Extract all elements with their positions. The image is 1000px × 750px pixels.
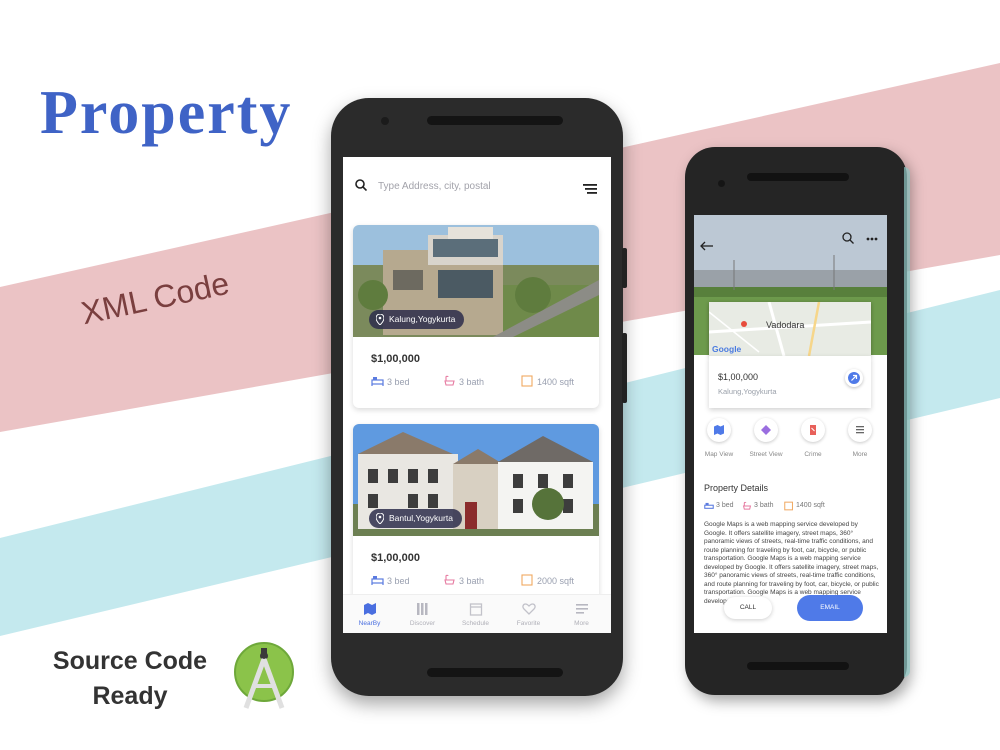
- back-arrow-icon[interactable]: [700, 241, 714, 251]
- android-studio-logo-icon: [234, 642, 294, 709]
- tab-nearby[interactable]: NearBy: [343, 595, 396, 633]
- action-label: More: [852, 451, 868, 458]
- promo-title: Property: [40, 79, 293, 147]
- map-icon: [364, 603, 376, 615]
- map-city-label: Vadodara: [766, 320, 805, 330]
- tab-label: Favorite: [516, 620, 541, 627]
- overflow-menu-icon[interactable]: [866, 237, 878, 241]
- call-button[interactable]: CALL: [724, 597, 772, 619]
- bed-label: 3 bed: [387, 576, 410, 586]
- phone-rim: [904, 167, 910, 677]
- detail-screen: Vadodara Google $1,00,000 Kalung,Yogykur…: [694, 215, 887, 633]
- bottom-tab-bar: NearBy Discover Schedule Favorite More: [343, 594, 611, 633]
- area-label: 2000 sqft: [537, 576, 575, 586]
- phone-bottom-speaker: [427, 668, 563, 677]
- map-preview[interactable]: Vadodara Google: [709, 302, 871, 356]
- bath-label: 3 bath: [754, 502, 774, 509]
- property-price: $1,00,000: [371, 552, 420, 564]
- bath-label: 3 bath: [459, 377, 485, 387]
- more-lines-icon: [576, 604, 588, 614]
- map-brand-label: Google: [712, 344, 742, 354]
- filter-menu-icon[interactable]: [583, 184, 597, 194]
- action-label: Street View: [749, 451, 783, 458]
- bed-icon: [371, 576, 384, 585]
- detail-price: $1,00,000: [718, 372, 759, 382]
- tab-discover[interactable]: Discover: [396, 595, 449, 633]
- listing-screen: Type Address, city, postal Kalung,Yogyku…: [343, 157, 611, 633]
- email-button[interactable]: EMAIL: [797, 595, 863, 621]
- phone-camera: [381, 117, 389, 125]
- tab-label: More: [574, 620, 589, 627]
- bed-icon: [371, 377, 384, 386]
- more-lines-icon: [856, 426, 864, 434]
- phone-detail: Vadodara Google $1,00,000 Kalung,Yogykur…: [685, 147, 910, 695]
- directions-button[interactable]: [845, 369, 863, 387]
- action-circle: [754, 418, 778, 442]
- area-icon: [784, 501, 793, 511]
- tab-more[interactable]: More: [555, 595, 608, 633]
- street-view-icon: [761, 425, 771, 435]
- calendar-icon: [469, 603, 483, 616]
- phone-volume-button: [622, 248, 627, 288]
- price-card: $1,00,000 Kalung,Yogykurta: [709, 356, 871, 408]
- section-title: Property Details: [704, 483, 769, 493]
- search-icon[interactable]: [842, 232, 854, 244]
- heart-icon: [522, 603, 536, 615]
- location-pin-icon: [376, 314, 384, 325]
- phone-power-button: [622, 333, 627, 403]
- bed-label: 3 bed: [387, 377, 410, 387]
- phone-listing: Type Address, city, postal Kalung,Yogyku…: [331, 98, 627, 696]
- tab-label: Schedule: [461, 620, 490, 627]
- promo-footer-line1: Source Code: [52, 647, 208, 675]
- phone-speaker: [427, 116, 563, 125]
- location-pin-icon: [376, 513, 384, 524]
- tab-favorite[interactable]: Favorite: [502, 595, 555, 633]
- location-label: Kalung,Yogykurta: [389, 314, 456, 324]
- location-label: Bantul,Yogykurta: [389, 513, 453, 523]
- action-circle: [848, 418, 872, 442]
- bath-icon: [444, 375, 455, 386]
- crime-icon: [810, 425, 816, 435]
- phone-speaker: [747, 173, 849, 181]
- property-card-1[interactable]: Kalung,Yogykurta $1,00,000 3 bed 3 bath …: [353, 225, 599, 408]
- action-circle: [707, 418, 731, 442]
- search-input[interactable]: Type Address, city, postal: [378, 181, 491, 192]
- search-bar[interactable]: Type Address, city, postal: [343, 157, 611, 207]
- map-icon: [714, 425, 724, 435]
- bath-label: 3 bath: [459, 576, 485, 586]
- bath-icon: [444, 574, 455, 585]
- bed-label: 3 bed: [716, 502, 734, 509]
- area-label: 1400 sqft: [537, 377, 575, 387]
- property-price: $1,00,000: [371, 353, 420, 365]
- area-icon: [521, 574, 533, 586]
- promo-footer-line2: Ready: [92, 682, 168, 710]
- action-label: Map View: [704, 451, 734, 458]
- search-icon[interactable]: [355, 179, 367, 191]
- area-label: 1400 sqft: [796, 502, 825, 509]
- location-chip: Bantul,Yogykurta: [369, 509, 462, 528]
- promo-footer: Source Code Ready: [40, 644, 220, 714]
- bed-icon: [704, 502, 714, 509]
- phone-bottom-speaker: [747, 662, 849, 670]
- grid-icon: [417, 603, 428, 615]
- property-description: Google Maps is a web mapping service dev…: [704, 521, 879, 605]
- location-chip: Kalung,Yogykurta: [369, 310, 465, 329]
- detail-address: Kalung,Yogykurta: [718, 387, 777, 396]
- action-circle: [801, 418, 825, 442]
- tab-schedule[interactable]: Schedule: [449, 595, 502, 633]
- directions-arrow-icon: [848, 372, 860, 384]
- action-label: Crime: [804, 451, 822, 458]
- area-icon: [521, 375, 533, 387]
- action-row: Map View Street View Crime More: [694, 418, 887, 468]
- tab-label: NearBy: [358, 620, 381, 627]
- bath-icon: [742, 501, 752, 510]
- property-card-2[interactable]: Bantul,Yogykurta $1,00,000 3 bed 3 bath …: [353, 424, 599, 607]
- tab-label: Discover: [409, 620, 436, 627]
- phone-camera: [718, 180, 725, 187]
